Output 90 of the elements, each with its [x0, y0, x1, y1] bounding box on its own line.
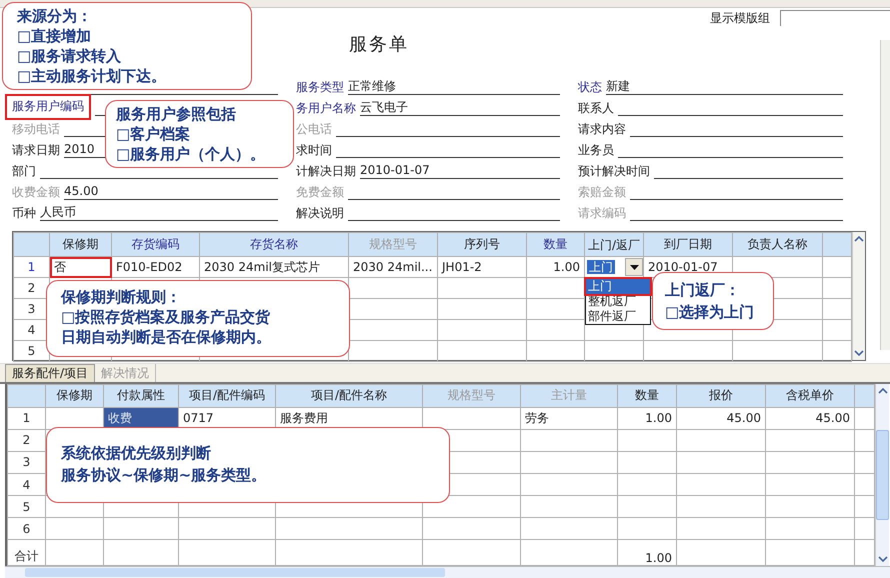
column-header[interactable]: 项目/配件编码 [178, 384, 276, 408]
callout-text: 服务协议~保修期~服务类型。 [61, 465, 268, 486]
scroll-up-icon[interactable] [854, 234, 864, 244]
tab[interactable]: 服务配件/项目 [5, 364, 96, 382]
column-header[interactable]: 上门/返厂 [584, 232, 644, 256]
column-header[interactable]: 含税单价 [766, 384, 854, 408]
field-label: 公电话 [296, 122, 332, 137]
scroll-thumb[interactable] [25, 568, 445, 577]
scroll-down-icon[interactable] [854, 348, 864, 358]
text-field[interactable]: 2010-01-07 [360, 163, 560, 179]
vertical-scrollbar[interactable] [852, 232, 865, 360]
column-header[interactable]: 存货编码 [112, 232, 200, 256]
column-header[interactable]: 付款属性 [104, 384, 178, 408]
callout-text: 日期自动判断是否在保修期内。 [61, 327, 272, 347]
callout-text: 上门返厂： [665, 280, 741, 301]
window-title: 服务单 [349, 33, 409, 56]
row-number: 2 [8, 429, 46, 452]
field-label: 求时间 [296, 143, 332, 158]
callout-text: □主动服务计划下达。 [17, 66, 168, 86]
callout-text: □客户档案 [116, 124, 192, 144]
table-cell: 劳务 [520, 407, 618, 430]
horizontal-scrollbar[interactable] [5, 566, 890, 578]
text-field[interactable]: 新建 [606, 79, 843, 95]
table-cell: 45.00 [676, 407, 766, 430]
table-cell[interactable]: 否 [50, 256, 112, 278]
scroll-up-icon[interactable] [878, 386, 888, 396]
column-header[interactable]: 报价 [676, 384, 766, 408]
field-label: 业务员 [578, 143, 614, 158]
callout-text: 服务用户参照包括 [116, 104, 237, 124]
field-label: 预计解决时间 [578, 164, 650, 179]
field-label: 请求内容 [578, 122, 626, 137]
table-cell: 2030 24mil复式芯片 [200, 256, 348, 278]
callout-text: □选择为上门 [665, 302, 756, 323]
dropdown-option[interactable]: 上门 [586, 279, 650, 294]
field-label: 收费金额 [12, 185, 60, 200]
field-label: 部门 [12, 164, 36, 179]
field-label: 移动电话 [12, 122, 60, 137]
field-label: 务用户名称 [296, 101, 356, 116]
field-label: 服务类型 [296, 80, 344, 95]
row-number: 4 [8, 473, 46, 496]
row-number: 6 [8, 518, 46, 540]
row-number: 1 [8, 407, 46, 430]
vertical-scrollbar[interactable] [880, 40, 890, 350]
column-header[interactable]: 项目/配件名称 [276, 384, 422, 408]
callout-text: 来源分为： [17, 6, 93, 26]
dropdown-option[interactable]: 部件返厂 [586, 309, 650, 324]
text-field[interactable]: 45.00 [64, 184, 278, 200]
callout-text: □直接增加 [17, 26, 92, 46]
scroll-thumb[interactable] [876, 430, 889, 520]
table-cell: F010-ED02 [112, 256, 200, 278]
column-header[interactable]: 序列号 [438, 232, 526, 256]
column-header[interactable]: 数量 [526, 232, 584, 256]
field-label: 请求日期 [12, 143, 60, 158]
column-header[interactable]: 保修期 [46, 384, 104, 408]
scroll-down-icon[interactable] [878, 554, 888, 564]
text-field[interactable]: 正常维修 [348, 79, 560, 95]
table-cell: 45.00 [766, 407, 854, 430]
table-cell: 2030 24mil... [348, 256, 438, 278]
field-label: 索赔金额 [578, 185, 626, 200]
field-label: 免费金额 [296, 185, 344, 200]
callout-text: □服务用户（个人）。 [116, 144, 266, 164]
dropdown-value[interactable]: 上门 [587, 260, 615, 274]
table-cell: JH01-2 [438, 256, 526, 278]
column-header[interactable]: 数量 [618, 384, 676, 408]
callout-text: □服务请求转入 [17, 46, 122, 66]
row-number: 1 [14, 256, 50, 278]
field-label: 解决说明 [296, 206, 344, 221]
field-label: 联系人 [578, 101, 614, 116]
field-label: 状态 [578, 80, 602, 95]
vertical-scrollbar[interactable] [875, 384, 889, 566]
field-label: 计解决日期 [296, 164, 356, 179]
field-label: 显示模版组 [710, 10, 770, 26]
caret-icon [630, 264, 638, 270]
dropdown-button[interactable] [625, 258, 643, 276]
text-field[interactable]: 人民币 [40, 205, 278, 221]
callout-text: 保修期判断规则： [61, 287, 182, 307]
field-label: 服务用户编码 [5, 94, 91, 120]
column-header[interactable]: 保修期 [50, 232, 112, 256]
field-label: 请求编码 [578, 206, 626, 221]
column-header[interactable]: 存货名称 [200, 232, 348, 256]
column-header[interactable]: 到厂日期 [644, 232, 732, 256]
table-cell: 1.00 [526, 256, 584, 278]
callout-text: □按照存货档案及服务产品交货 [61, 307, 272, 327]
text-field[interactable]: 云飞电子 [360, 100, 560, 116]
column-header[interactable]: 负责人名称 [732, 232, 822, 256]
table-cell: 1.00 [618, 407, 676, 430]
callout-text: 系统依据优先级别判断 [61, 443, 212, 464]
field-label: 币种 [12, 206, 36, 221]
template-group-field[interactable] [780, 10, 890, 26]
row-number: 5 [8, 496, 46, 518]
